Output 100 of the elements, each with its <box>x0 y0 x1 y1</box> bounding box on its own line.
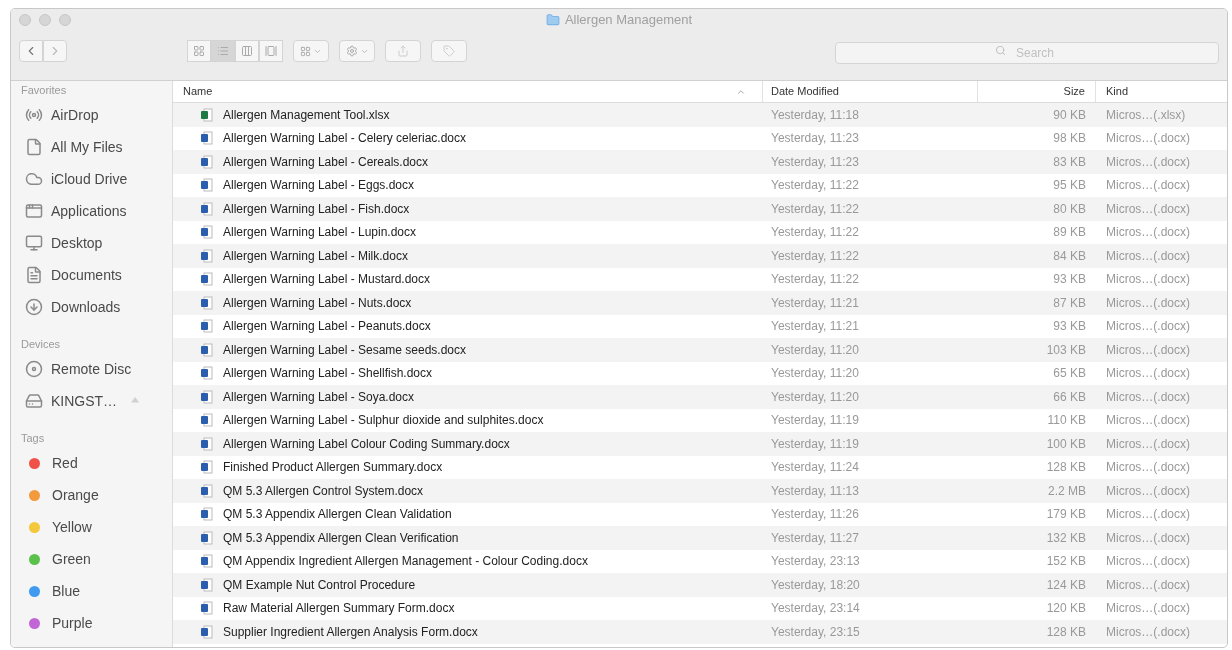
date-modified: Yesterday, 11:22 <box>771 201 859 216</box>
window-control[interactable] <box>39 14 51 26</box>
file-size: 98 KB <box>1053 131 1086 146</box>
sidebar-section-title: Devices <box>21 336 62 352</box>
file-row[interactable]: Allergen Warning Label - Sesame seeds.docx Yesterday, 11:20 103 KB Micros…(.docx) <box>173 338 1227 362</box>
document-icon <box>201 554 213 569</box>
document-icon <box>201 295 213 310</box>
file-kind: Micros…(.docx) <box>1106 225 1190 240</box>
file-size: 93 KB <box>1053 319 1086 334</box>
file-name: Allergen Warning Label - Sesame seeds.docx <box>223 341 467 359</box>
document-icon <box>201 107 213 122</box>
view-mode-button[interactable] <box>259 40 283 62</box>
file-name: QM 5.3 Appendix Allergen Clean Validation <box>223 506 452 524</box>
document-icon <box>201 248 213 263</box>
date-modified: Yesterday, 11:18 <box>771 107 859 122</box>
file-kind: Micros…(.docx) <box>1106 154 1190 169</box>
sidebar-item-label: Yellow <box>52 517 92 537</box>
file-kind: Micros…(.docx) <box>1106 295 1190 310</box>
column-header[interactable]: Name <box>173 81 763 102</box>
sidebar-item-icon <box>25 170 43 188</box>
sidebar-item[interactable]: Remote Disc <box>21 353 172 385</box>
eject-icon[interactable] <box>131 397 140 405</box>
file-kind: Micros…(.docx) <box>1106 342 1190 357</box>
file-size: 2.2 MB <box>1048 483 1086 498</box>
document-icon <box>201 342 213 357</box>
sidebar-item-icon <box>25 202 43 220</box>
view-mode-icon <box>241 45 253 57</box>
sidebar-item-label: Blue <box>52 581 81 601</box>
file-size: 89 KB <box>1053 225 1086 240</box>
file-kind: Micros…(.docx) <box>1106 366 1190 381</box>
file-name: Allergen Warning Label - Fish.docx <box>223 200 410 218</box>
date-modified: Yesterday, 18:20 <box>771 577 860 592</box>
arrange-button[interactable] <box>293 40 329 62</box>
sidebar-section-title: Tags <box>21 430 46 446</box>
sidebar-item-label: Documents <box>51 265 122 285</box>
back-button[interactable] <box>19 40 43 62</box>
document-icon <box>201 225 213 240</box>
date-modified: Yesterday, 11:26 <box>771 507 859 522</box>
sidebar-item-icon <box>25 234 43 252</box>
sidebar-item[interactable]: Purple <box>21 607 172 639</box>
sidebar-item-icon <box>25 392 43 410</box>
sidebar-item-label: AirDrop <box>51 105 99 125</box>
sidebar-item[interactable]: Red <box>21 447 172 479</box>
document-icon <box>201 201 213 216</box>
file-row[interactable]: Supplier Ingredient Allergen Analysis Form.docx Yesterday, 23:15 128 KB Micros…(.docx) <box>173 620 1227 644</box>
file-size: 124 KB <box>1046 577 1086 592</box>
sidebar-item[interactable]: Green <box>21 543 172 575</box>
sidebar-item[interactable]: iCloud Drive <box>21 163 172 195</box>
file-row[interactable]: QM 5.3 Appendix Allergen Clean Verification Yesterday, 11:27 132 KB Micros…(.docx) <box>173 526 1227 550</box>
file-row[interactable]: Allergen Warning Label - Milk.docx Yesterday, 11:22 84 KB Micros…(.docx) <box>173 244 1227 268</box>
file-row[interactable]: Allergen Warning Label - Soya.docx Yesterday, 11:20 66 KB Micros…(.docx) <box>173 385 1227 409</box>
file-row[interactable]: QM Example Nut Control Procedure Yesterday, 18:20 124 KB Micros…(.docx) <box>173 573 1227 597</box>
sidebar-item-label: All My Files <box>51 137 123 157</box>
view-mode-button[interactable] <box>235 40 259 62</box>
column-header[interactable]: Date Modified <box>763 81 978 102</box>
sidebar-item-icon <box>25 138 43 156</box>
sidebar-item-label: KINGST… <box>51 391 118 411</box>
file-size: 66 KB <box>1053 389 1086 404</box>
file-row[interactable]: Allergen Warning Label - Fish.docx Yesterday, 11:22 80 KB Micros…(.docx) <box>173 197 1227 221</box>
file-kind: Micros…(.docx) <box>1106 272 1190 287</box>
file-row[interactable]: QM 5.3 Allergen Control System.docx Yesterday, 11:13 2.2 MB Micros…(.docx) <box>173 479 1227 503</box>
file-size: 84 KB <box>1053 248 1086 263</box>
tag-button[interactable] <box>431 40 467 62</box>
file-row[interactable]: Allergen Warning Label - Nuts.docx Yesterday, 11:21 87 KB Micros…(.docx) <box>173 291 1227 315</box>
date-modified: Yesterday, 11:22 <box>771 178 859 193</box>
file-kind: Micros…(.docx) <box>1106 131 1190 146</box>
sidebar-item-label: Orange <box>52 485 99 505</box>
forward-button[interactable] <box>43 40 67 62</box>
file-row[interactable]: Allergen Management Tool.xlsx Yesterday, 11:18 90 KB Micros…(.xlsx) <box>173 103 1227 127</box>
file-row[interactable]: Allergen Warning Label - Cereals.docx Yesterday, 11:23 83 KB Micros…(.docx) <box>173 150 1227 174</box>
column-header[interactable]: Size <box>978 81 1096 102</box>
file-name: Allergen Warning Label - Celery celeriac.docx <box>223 130 466 148</box>
sidebar-item[interactable]: Applications <box>21 195 172 227</box>
sidebar-item[interactable]: Blue <box>21 575 172 607</box>
sidebar-item[interactable]: Downloads <box>21 291 172 323</box>
settings-icon <box>345 45 358 57</box>
window-control[interactable] <box>19 14 31 26</box>
file-row[interactable]: Allergen Warning Label Colour Coding Summary.docx Yesterday, 11:19 100 KB Micros…(.docx) <box>173 432 1227 456</box>
sidebar-item[interactable]: AirDrop <box>21 99 172 131</box>
window-control[interactable] <box>59 14 71 26</box>
view-mode-button[interactable] <box>211 40 235 62</box>
sidebar-item-label: Applications <box>51 201 127 221</box>
file-name: Allergen Warning Label - Eggs.docx <box>223 177 414 195</box>
file-kind: Micros…(.docx) <box>1106 507 1190 522</box>
share-icon <box>397 45 409 57</box>
sidebar-item[interactable]: Orange <box>21 479 172 511</box>
view-mode-button[interactable] <box>187 40 211 62</box>
settings-button[interactable] <box>339 40 375 62</box>
column-header[interactable]: Kind <box>1096 81 1227 102</box>
date-modified: Yesterday, 11:22 <box>771 225 859 240</box>
share-button[interactable] <box>385 40 421 62</box>
sidebar-item[interactable]: Desktop <box>21 227 172 259</box>
sidebar-item[interactable]: KINGST… <box>21 385 172 417</box>
file-kind: Micros…(.docx) <box>1106 530 1190 545</box>
sidebar-item[interactable]: Yellow <box>21 511 172 543</box>
file-kind: Micros…(.xlsx) <box>1106 107 1186 122</box>
file-size: 100 KB <box>1046 436 1086 451</box>
sidebar-item[interactable]: Documents <box>21 259 172 291</box>
date-modified: Yesterday, 23:13 <box>771 554 860 569</box>
sidebar-item[interactable]: All My Files <box>21 131 172 163</box>
